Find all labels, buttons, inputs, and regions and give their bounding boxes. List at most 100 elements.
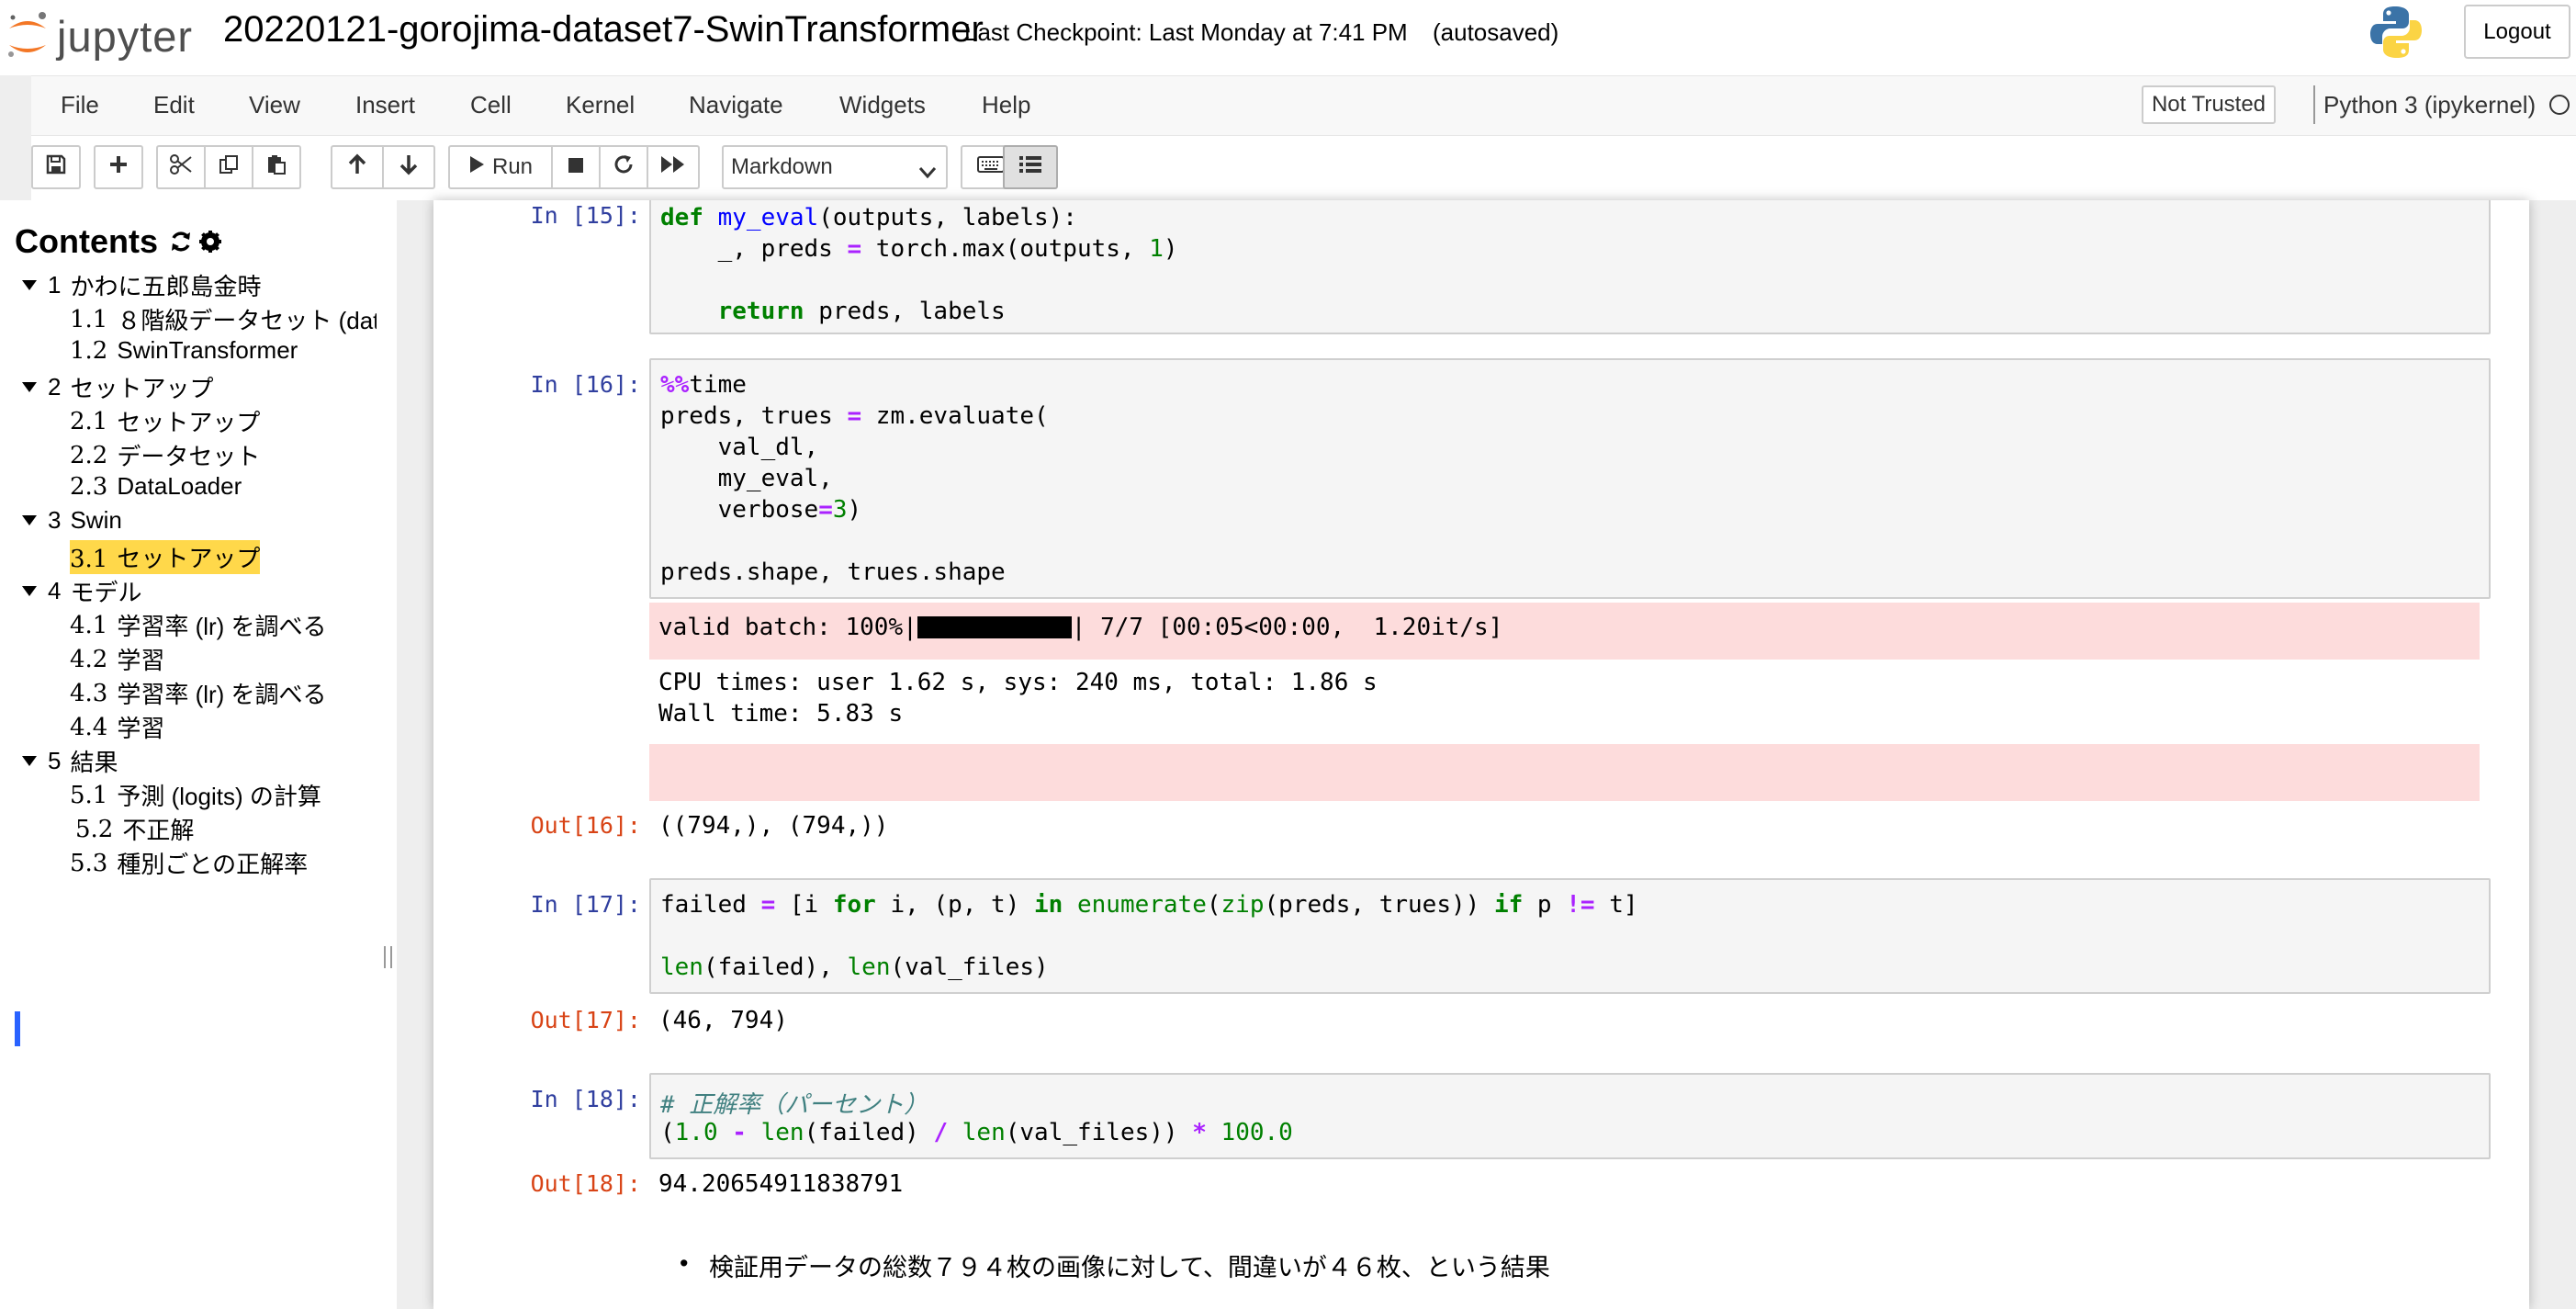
interrupt-button[interactable] [551, 145, 601, 189]
toc-current-highlight: 3.1 セットアップ [70, 540, 261, 574]
run-button[interactable]: Run [448, 145, 553, 189]
cut-button[interactable] [156, 145, 206, 189]
cell-18-code[interactable]: # 正解率（パーセント） (1.0 - len(failed) / len(va… [649, 1073, 2491, 1159]
toc-item-5[interactable]: 5 結果 [22, 744, 118, 778]
toc-label: 不正解 [122, 817, 195, 844]
toc-item-1[interactable]: 1 かわに五郎島金時 [22, 268, 261, 302]
magic-prefix: %% [660, 371, 690, 399]
collapse-triangle-icon[interactable] [22, 280, 37, 290]
refresh-icon[interactable] [169, 230, 193, 254]
jupyter-wordmark: jupyter [57, 11, 194, 61]
code-line: (1.0 - len(failed) / len(val_files)) * 1… [660, 1119, 1293, 1146]
jupyter-logo[interactable]: jupyter [4, 6, 193, 66]
menu-insert[interactable]: Insert [355, 91, 415, 119]
move-up-button[interactable] [331, 145, 384, 189]
toc-number: 5.2 [75, 815, 114, 843]
sidebar-resize-handle[interactable] [384, 946, 392, 968]
fast-forward-icon [660, 154, 686, 180]
function-name: my_eval [717, 204, 819, 231]
menu-help[interactable]: Help [982, 91, 1030, 119]
move-down-button[interactable] [382, 145, 435, 189]
not-trusted-button[interactable]: Not Trusted [2142, 85, 2276, 124]
cpu-times: CPU times: user 1.62 s, sys: 240 ms, tot… [658, 669, 1378, 696]
code-line: preds.shape, trues.shape [660, 559, 1006, 586]
insert-cell-button[interactable] [94, 145, 143, 189]
autosave-status: (autosaved) [1433, 18, 1559, 46]
toc-label: Swin [70, 506, 122, 534]
toc-item-2-1[interactable]: 2.1 セットアップ [70, 404, 260, 438]
code-line: failed = [i for i, (p, t) in enumerate(z… [660, 891, 1638, 919]
collapse-triangle-icon[interactable] [22, 756, 37, 766]
toc-number: 4.1 [70, 611, 108, 639]
menu-widgets[interactable]: Widgets [839, 91, 926, 119]
kernel-name[interactable]: Python 3 (ipykernel) [2323, 91, 2536, 119]
markdown-bullet-dot: • [680, 1249, 689, 1277]
cell-17-code[interactable]: failed = [i for i, (p, t) in enumerate(z… [649, 878, 2491, 994]
toc-item-4-1[interactable]: 4.1 学習率 (lr) を調べる [70, 608, 327, 642]
code-line: val_dl, [660, 434, 819, 461]
copy-button[interactable] [204, 145, 253, 189]
collapse-triangle-icon[interactable] [22, 515, 37, 525]
jupyter-logo-icon [4, 8, 51, 63]
progress-suffix: | 7/7 [00:05<00:00, 1.20it/s] [1071, 614, 1503, 641]
collapse-triangle-icon[interactable] [22, 382, 37, 392]
toc-item-4-2[interactable]: 4.2 学習 [70, 642, 164, 676]
code-text: preds, labels [804, 298, 1006, 325]
toc-item-5-3[interactable]: 5.3 種別ごとの正解率 [70, 846, 308, 880]
cell-18-out-prompt: Out[18]: [530, 1170, 641, 1197]
code-comment: # 正解率（パーセント） [660, 1091, 928, 1119]
paste-button[interactable] [252, 145, 301, 189]
toc-item-3-1[interactable]: 3.1 セットアップ [70, 540, 261, 574]
toc-item-2-2[interactable]: 2.2 データセット [70, 438, 260, 472]
cell-16-code[interactable]: %%time preds, trues = zm.evaluate( val_d… [649, 358, 2491, 599]
run-all-button[interactable] [647, 145, 700, 189]
toc-item-4-3[interactable]: 4.3 学習率 (lr) を調べる [70, 676, 327, 710]
code-text: verbose [660, 496, 819, 524]
menu-cell[interactable]: Cell [470, 91, 512, 119]
cell-17-prompt: In [17]: [530, 891, 641, 918]
cell-15-code[interactable]: def my_eval(outputs, labels): _, preds =… [649, 200, 2491, 334]
wall-time: Wall time: 5.83 s [658, 700, 904, 728]
toc-item-1-2[interactable]: 1.2 SwinTransformer [70, 336, 298, 365]
collapse-triangle-icon[interactable] [22, 586, 37, 596]
save-button[interactable] [31, 145, 81, 189]
toc-item-5-1[interactable]: 5.1 予測 (logits) の計算 [70, 778, 321, 812]
toc-active-indicator [15, 1011, 20, 1046]
notebook-container: In [15]: def my_eval(outputs, labels): _… [433, 200, 2529, 1309]
toc-item-1-1[interactable]: 1.1 ８階級データセット (data [70, 302, 377, 336]
toc-item-5-2[interactable]: 5.2 不正解 [75, 812, 194, 846]
cell-type-select[interactable]: Markdown [722, 145, 948, 189]
plus-icon [108, 154, 129, 181]
operator: = [847, 235, 862, 263]
toc-number: 1 [48, 271, 62, 299]
gear-icon[interactable] [198, 230, 222, 254]
menu-kernel[interactable]: Kernel [566, 91, 635, 119]
copy-icon [218, 153, 240, 182]
code-line: %%time [660, 371, 747, 399]
code-line: _, preds = torch.max(outputs, 1) [660, 235, 1178, 263]
menu-view[interactable]: View [249, 91, 300, 119]
markdown-bullet-text: 検証用データの総数７９４枚の画像に対して、間違いが４６枚、という結果 [709, 1254, 1550, 1281]
toc-label: 種別ごとの正解率 [117, 851, 309, 878]
toc-label: SwinTransformer [117, 336, 298, 364]
restart-button[interactable] [599, 145, 648, 189]
menu-navigate[interactable]: Navigate [689, 91, 783, 119]
paste-icon [265, 153, 287, 182]
toc-item-4[interactable]: 4 モデル [22, 574, 141, 608]
toc-item-2-3[interactable]: 2.3 DataLoader [70, 472, 242, 501]
toc-number: 1.1 [70, 305, 108, 333]
toc-label: 学習率 (lr) を調べる [117, 681, 327, 708]
toc-item-2[interactable]: 2 セットアップ [22, 370, 213, 404]
code-text: (outputs, labels): [818, 204, 1077, 231]
toc-item-3[interactable]: 3 Swin [22, 506, 122, 535]
menu-file[interactable]: File [61, 91, 99, 119]
cell-17-out-prompt: Out[17]: [530, 1007, 641, 1033]
toc-toggle-button[interactable] [1003, 145, 1058, 189]
menu-edit[interactable]: Edit [153, 91, 195, 119]
notebook-title[interactable]: 20220121-gorojima-dataset7-SwinTransform… [223, 9, 984, 51]
run-label: Run [491, 154, 534, 179]
logout-button[interactable]: Logout [2464, 5, 2570, 59]
number: 3 [832, 496, 848, 524]
toc-item-4-4[interactable]: 4.4 学習 [70, 710, 164, 744]
code-line: def my_eval(outputs, labels): [660, 204, 1077, 231]
